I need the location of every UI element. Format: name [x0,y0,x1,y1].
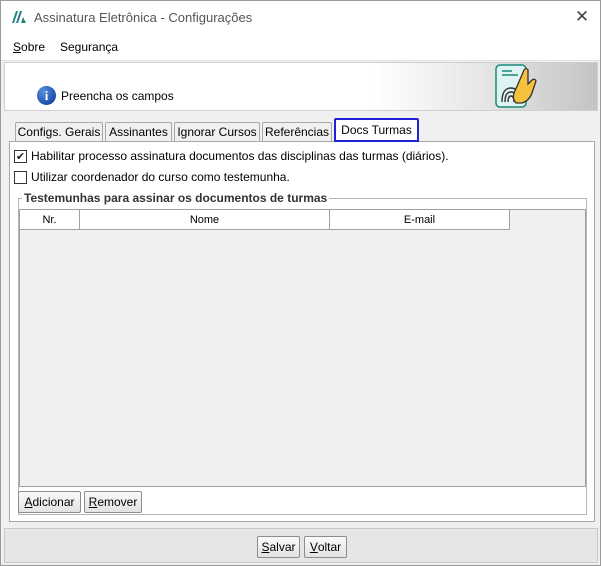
banner-text: Preencha os campos [61,89,174,103]
use-coordinator-checkbox[interactable] [14,170,27,184]
use-coordinator-label: Utilizar coordenador do curso como teste… [31,170,290,184]
witnesses-group: Testemunhas para assinar os documentos d… [18,191,587,515]
back-button[interactable]: Voltar [304,536,347,558]
witnesses-table[interactable]: Nr. Nome E-mail [19,209,586,487]
tab-referencias[interactable]: Referências [262,122,332,142]
witnesses-table-header: Nr. Nome E-mail [20,210,510,230]
tab-assinantes[interactable]: Assinantes [105,122,172,142]
app-logo-icon [12,11,26,23]
enable-signing-label: Habilitar processo assinatura documentos… [31,149,449,163]
menu-bar: Sobre Segurança [1,33,600,61]
tab-ignorar-cursos[interactable]: Ignorar Cursos [174,122,260,142]
menu-item-seguranca[interactable]: Segurança [60,40,118,54]
tab-configs-gerais[interactable]: Configs. Gerais [15,122,103,142]
column-header-email[interactable]: E-mail [330,210,510,230]
bottom-action-bar: Salvar Voltar [4,528,598,563]
enable-signing-checkbox[interactable]: ✔ [14,149,27,163]
close-icon[interactable]: ✕ [572,7,592,27]
add-witness-button[interactable]: Adicionar [18,491,81,513]
config-window: Assinatura Eletrônica - Configurações ✕ … [0,0,601,566]
witnesses-group-title: Testemunhas para assinar os documentos d… [22,191,330,205]
remove-witness-button[interactable]: Remover [84,491,142,513]
menu-item-sobre[interactable]: Sobre [13,40,45,54]
save-button[interactable]: Salvar [257,536,300,558]
enable-signing-option[interactable]: ✔ Habilitar processo assinatura document… [14,149,449,163]
window-title: Assinatura Eletrônica - Configurações [34,10,253,25]
column-header-nr[interactable]: Nr. [20,210,80,230]
tab-strip: Configs. Gerais Assinantes Ignorar Curso… [11,118,591,142]
info-icon: i [37,86,56,105]
tab-panel-docs-turmas: ✔ Habilitar processo assinatura document… [9,141,595,522]
title-bar: Assinatura Eletrônica - Configurações ✕ [1,1,600,33]
header-banner: i Preencha os campos [4,62,598,111]
column-header-nome[interactable]: Nome [80,210,330,230]
use-coordinator-option[interactable]: Utilizar coordenador do curso como teste… [14,170,290,184]
tab-docs-turmas[interactable]: Docs Turmas [334,118,419,142]
fingerprint-hand-icon [495,64,537,108]
